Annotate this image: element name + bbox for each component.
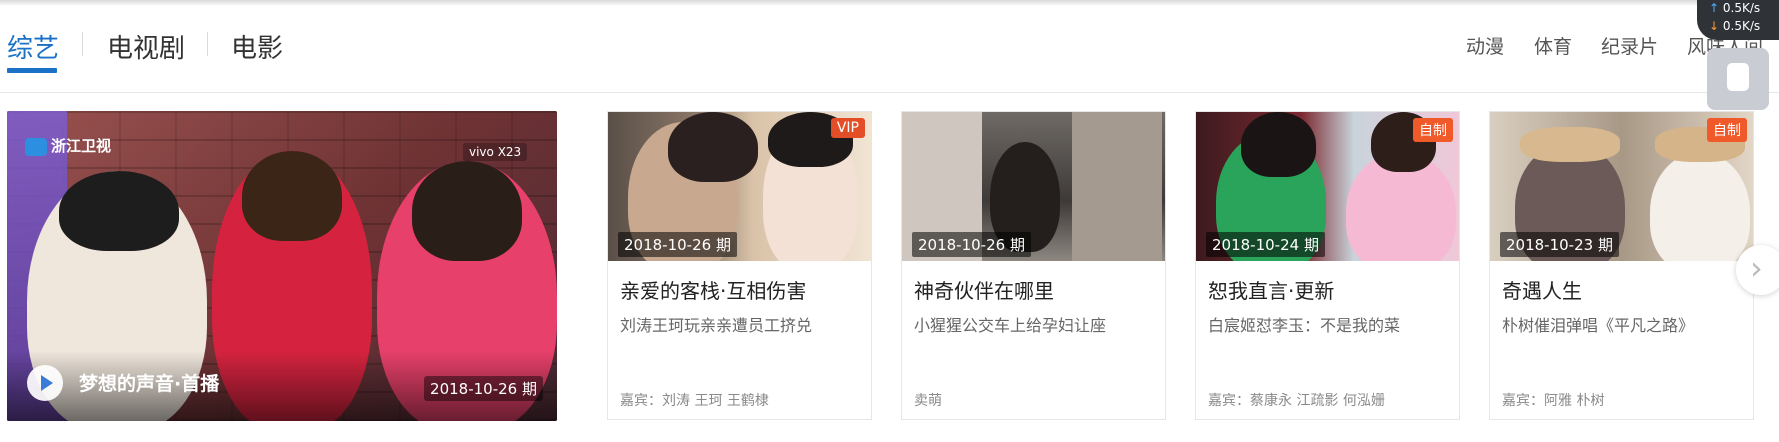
- video-title[interactable]: 奇遇人生: [1502, 275, 1582, 304]
- sponsor-logo: vivo X23: [463, 143, 528, 161]
- person-figure: [1072, 112, 1162, 261]
- video-description[interactable]: 朴树催泪弹唱《平凡之路》: [1502, 312, 1694, 336]
- person-figure: [1520, 127, 1620, 162]
- guest-list: 嘉宾：蔡康永 江疏影 何泓姗: [1208, 393, 1385, 409]
- tag-label: 卖萌: [914, 393, 942, 409]
- video-card[interactable]: 自制 2018-10-23 期 奇遇人生 朴树催泪弹唱《平凡之路》 嘉宾：阿雅 …: [1489, 111, 1754, 420]
- video-title[interactable]: 恕我直言·更新: [1208, 275, 1334, 304]
- episode-date: 2018-10-24 期: [1206, 232, 1325, 257]
- upload-speed-value: 0.5K/s: [1722, 1, 1761, 15]
- download-speed: ↓ 0.5K/s: [1709, 19, 1760, 33]
- tab-divider: [82, 32, 83, 56]
- featured-date: 2018-10-26 期: [424, 376, 543, 401]
- tab-tv-series[interactable]: 电视剧: [107, 28, 185, 65]
- episode-date: 2018-10-23 期: [1500, 232, 1619, 257]
- featured-title: 梦想的声音·首播: [79, 373, 220, 395]
- category-tabs: 综艺 电视剧 电影 动漫 体育 纪录片 风味人间: [0, 20, 1779, 93]
- chevron-right-icon[interactable]: [1736, 245, 1779, 295]
- video-title[interactable]: 神奇伙伴在哪里: [914, 275, 1054, 304]
- channel-logo: 浙江卫视: [25, 135, 111, 156]
- video-description[interactable]: 刘涛王珂玩亲亲遭员工挤兑: [620, 312, 812, 336]
- original-badge: 自制: [1707, 118, 1747, 142]
- tab-variety[interactable]: 综艺: [7, 28, 59, 65]
- person-figure: [1650, 152, 1750, 261]
- video-card[interactable]: VIP 2018-10-26 期 亲爱的客栈·互相伤害 刘涛王珂玩亲亲遭员工挤兑…: [607, 111, 872, 420]
- video-card[interactable]: 自制 2018-10-24 期 恕我直言·更新 白宸姬怼李玉：不是我的菜 嘉宾：…: [1195, 111, 1460, 420]
- download-arrow-icon: ↓: [1709, 19, 1720, 33]
- person-figure: [59, 171, 179, 251]
- guest-list: 嘉宾：阿雅 朴树: [1502, 393, 1605, 409]
- play-icon[interactable]: [27, 365, 63, 401]
- floating-side-button[interactable]: [1707, 48, 1769, 110]
- person-figure: [668, 112, 758, 182]
- tab-movies[interactable]: 电影: [231, 28, 283, 65]
- active-tab-indicator: [7, 68, 57, 73]
- tabs-divider-line: [0, 92, 1779, 93]
- video-description[interactable]: 白宸姬怼李玉：不是我的菜: [1208, 312, 1400, 336]
- usb-icon: [1727, 63, 1749, 91]
- episode-date: 2018-10-26 期: [618, 232, 737, 257]
- person-figure: [1241, 112, 1316, 177]
- top-shadow: [0, 0, 1779, 6]
- tab-anime[interactable]: 动漫: [1466, 32, 1504, 59]
- video-description[interactable]: 小猩猩公交车上给孕妇让座: [914, 312, 1106, 336]
- video-card[interactable]: 2018-10-26 期 神奇伙伴在哪里 小猩猩公交车上给孕妇让座 卖萌: [901, 111, 1166, 420]
- tab-documentary[interactable]: 纪录片: [1601, 32, 1658, 59]
- original-badge: 自制: [1413, 118, 1453, 142]
- vip-badge: VIP: [830, 118, 865, 138]
- channel-logo-text: 浙江卫视: [51, 137, 112, 155]
- guest-list: 嘉宾：刘涛 王珂 王鹤棣: [620, 393, 769, 409]
- person-figure: [242, 151, 342, 241]
- tab-divider: [207, 32, 208, 56]
- video-title[interactable]: 亲爱的客栈·互相伤害: [620, 275, 806, 304]
- featured-video[interactable]: 浙江卫视 vivo X23 梦想的声音·首播 2018-10-26 期: [7, 111, 557, 421]
- episode-date: 2018-10-26 期: [912, 232, 1031, 257]
- upload-arrow-icon: ↑: [1709, 1, 1720, 15]
- download-speed-value: 0.5K/s: [1722, 19, 1761, 33]
- upload-speed: ↑ 0.5K/s: [1709, 1, 1760, 15]
- person-figure: [412, 161, 522, 261]
- network-speed-widget: ↑ 0.5K/s ↓ 0.5K/s: [1697, 0, 1779, 40]
- channel-logo-mark: [25, 137, 47, 156]
- tab-sports[interactable]: 体育: [1534, 32, 1572, 59]
